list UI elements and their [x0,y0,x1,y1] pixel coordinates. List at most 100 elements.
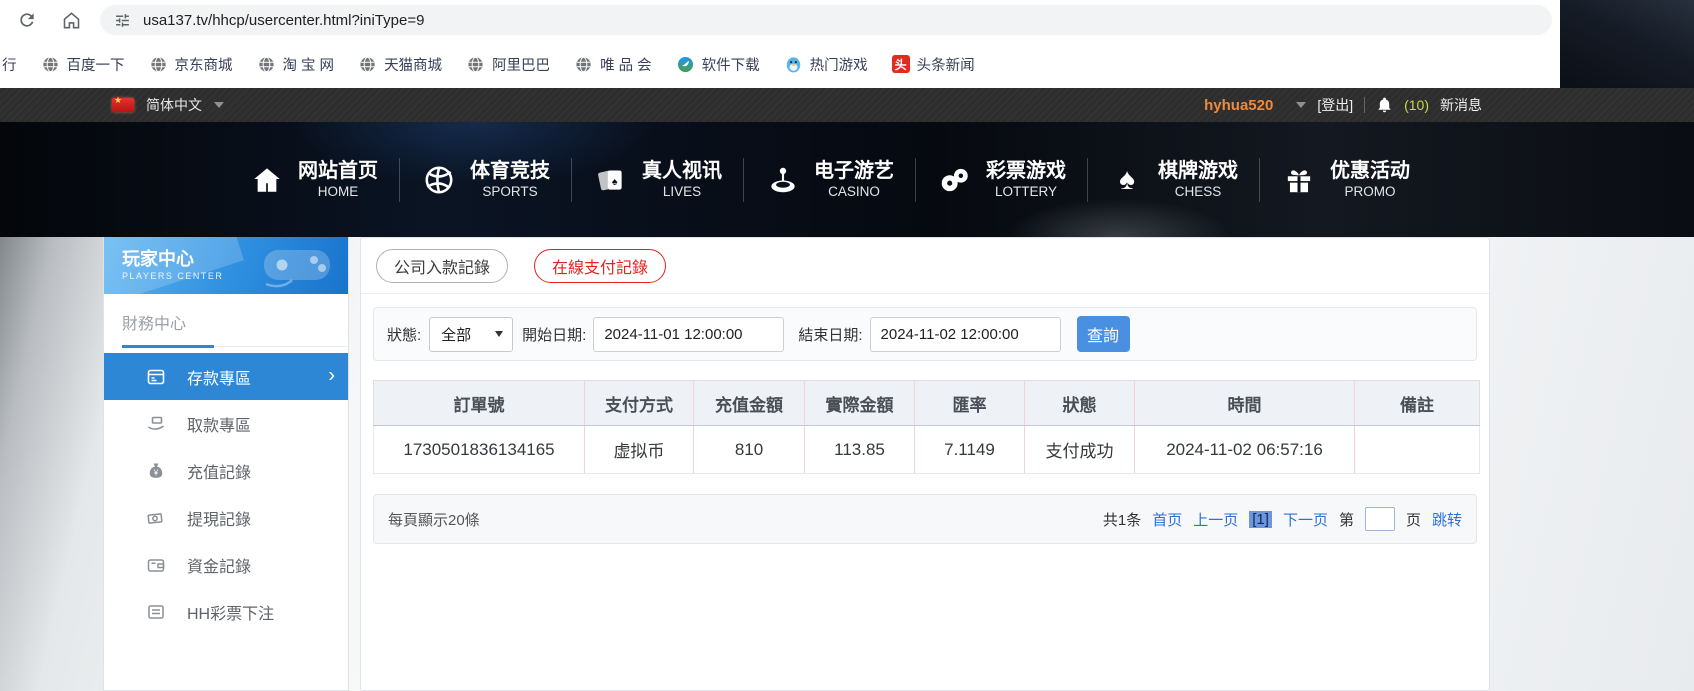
sidebar-item-hh-lottery-bets[interactable]: HH彩票下注 [104,588,348,635]
col-exchange-rate: 匯率 [915,381,1025,426]
chevron-down-icon [214,102,224,108]
software-download-icon [676,55,695,74]
banknote-icon [146,508,166,528]
bookmark-item[interactable]: 京东商城 [149,54,233,75]
finance-section: 財務中心 [104,294,348,348]
globe-icon [466,55,485,74]
section-underline [122,345,330,348]
nav-item-lives[interactable]: ♠ 真人视讯LIVES [572,159,743,201]
language-selector[interactable]: 简体中文 [146,95,202,115]
sidebar-item-withdrawal-records[interactable]: 提現記錄 [104,494,348,541]
bookmark-item[interactable]: 淘 宝 网 [257,54,335,75]
cell-actual-amount: 113.85 [805,426,915,474]
globe-icon [257,55,276,74]
notifications-bell[interactable] [1376,96,1393,114]
bookmark-item[interactable]: 头 头条新闻 [892,54,975,75]
sidebar-item-deposit[interactable]: 存款專區 › [104,353,348,400]
nav-item-sports[interactable]: 体育竞技SPORTS [400,159,571,201]
col-status: 狀態 [1025,381,1135,426]
finance-section-title: 財務中心 [122,310,330,334]
prev-page-link[interactable]: 上一页 [1193,509,1238,530]
page-size-text: 每頁顯示20條 [388,509,480,530]
basketball-icon [421,162,457,198]
total-count: 共1条 [1103,509,1141,530]
filter-bar: 狀態: 全部 開始日期: 結束日期: 查詢 [373,307,1477,361]
cell-remark [1355,426,1480,474]
bookmark-item[interactable]: 行 [2,54,17,75]
jump-suffix: 页 [1406,509,1421,530]
tabs-row: 公司入款記錄 在線支付記錄 [361,238,1489,294]
next-page-link[interactable]: 下一页 [1283,509,1328,530]
reload-button[interactable] [14,7,40,33]
nav-item-lottery[interactable]: 彩票游戏LOTTERY [916,159,1087,201]
roulette-icon [765,162,801,198]
home-nav-icon [249,162,285,198]
spade-icon: ♠ [1109,162,1145,198]
chevron-right-icon: › [328,364,335,387]
bookmark-item[interactable]: 天猫商城 [358,54,442,75]
divider [1364,97,1365,113]
home-icon [61,10,82,31]
username-menu[interactable]: hyhua520 [1204,97,1273,114]
bookmark-item[interactable]: 唯 品 会 [574,54,652,75]
page-jump-input[interactable] [1365,507,1395,531]
status-select[interactable]: 全部 [429,317,513,352]
cell-status: 支付成功 [1025,426,1135,474]
players-center-banner: 玩家中心 PLAYERS CENTER [104,237,348,294]
withdraw-hand-icon [146,414,166,434]
first-page-link[interactable]: 首页 [1152,509,1182,530]
money-bag-icon: ¥ [146,461,166,481]
bookmarks-bar: 行 百度一下 京东商城 淘 宝 网 天猫商城 阿里巴巴 唯 品 会 软件下载 热… [0,40,1560,88]
chevron-down-icon [1296,102,1306,108]
sidebar-item-funds-records[interactable]: 資金記錄 [104,541,348,588]
start-date-label: 開始日期: [522,324,586,345]
search-button[interactable]: 查詢 [1077,316,1130,352]
bookmark-item[interactable]: 热门游戏 [784,54,868,75]
main-nav: 网站首页HOME 体育竞技SPORTS ♠ 真人视讯LIVES 电子游艺CASI… [0,122,1694,237]
start-date-input[interactable] [593,317,784,352]
end-date-input[interactable] [870,317,1061,352]
globe-icon [41,55,60,74]
bookmark-item[interactable]: 阿里巴巴 [466,54,550,75]
lottery-balls-icon [937,162,973,198]
col-recharge-amount: 充值金額 [694,381,805,426]
toutiao-icon: 头 [892,55,910,73]
globe-icon [358,55,377,74]
browser-toolbar: usa137.tv/hhcp/usercenter.html?iniType=9 [0,0,1694,40]
sidebar: 玩家中心 PLAYERS CENTER 財務中心 存款專區 › 取款專區 [103,237,349,691]
url-bar[interactable]: usa137.tv/hhcp/usercenter.html?iniType=9 [100,5,1552,35]
home-button[interactable] [58,7,84,33]
sidebar-item-withdraw[interactable]: 取款專區 [104,400,348,447]
page-content: 玩家中心 PLAYERS CENTER 財務中心 存款專區 › 取款專區 [0,237,1694,691]
pagination-controls: 共1条 首页 上一页 [1] 下一页 第 页 跳转 [1103,507,1462,531]
china-flag-icon [112,98,134,112]
col-order-number: 訂單號 [374,381,585,426]
wallet-icon [146,555,166,575]
nav-item-chess[interactable]: ♠ 棋牌游戏CHESS [1088,159,1259,201]
tab-online-payment-records[interactable]: 在線支付記錄 [534,249,666,283]
select-caret-icon [495,331,503,337]
globe-icon [149,55,168,74]
jump-button[interactable]: 跳转 [1432,509,1462,530]
col-payment-method: 支付方式 [585,381,694,426]
jump-prefix: 第 [1339,509,1354,530]
nav-item-casino[interactable]: 电子游艺CASINO [744,159,915,201]
messages-count[interactable]: (10) [1404,97,1429,113]
page-behind-corner [1560,0,1694,88]
gift-icon [1281,162,1317,198]
site-settings-icon[interactable] [114,12,131,29]
bookmark-item[interactable]: 软件下载 [676,54,760,75]
logout-link[interactable]: [登出] [1317,95,1353,115]
nav-item-promo[interactable]: 优惠活动PROMO [1260,159,1431,201]
status-label: 狀態: [387,324,421,345]
cell-payment-method: 虚拟币 [585,426,694,474]
tab-company-deposit-records[interactable]: 公司入款記錄 [376,249,508,283]
bookmark-item[interactable]: 百度一下 [41,54,125,75]
penguin-game-icon [784,55,803,74]
sidebar-item-recharge-records[interactable]: ¥ 充值記錄 [104,447,348,494]
current-page-indicator[interactable]: [1] [1249,511,1272,528]
deposit-icon [146,367,166,387]
nav-item-home[interactable]: 网站首页HOME [228,159,399,201]
globe-icon [574,55,593,74]
messages-label[interactable]: 新消息 [1440,95,1482,115]
